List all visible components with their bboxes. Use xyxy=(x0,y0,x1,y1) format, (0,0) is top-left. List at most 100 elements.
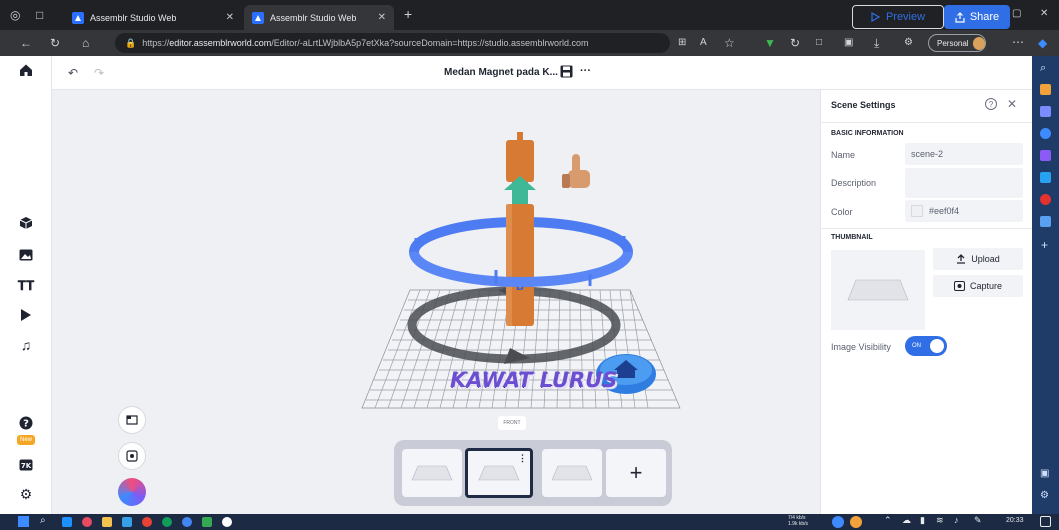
workspaces-icon[interactable]: ◎ xyxy=(10,8,20,22)
more-options-icon[interactable]: ··· xyxy=(580,65,591,77)
play-outline-icon xyxy=(871,12,880,22)
tab-title: Assemblr Studio Web xyxy=(90,12,177,23)
frame-icon xyxy=(126,415,138,425)
browser-tab-2[interactable]: Assemblr Studio Web ✕ xyxy=(244,5,394,30)
scene-thumbnail-2-selected[interactable]: ⋮ xyxy=(465,448,533,498)
upload-button[interactable]: Upload xyxy=(933,248,1023,270)
project-title[interactable]: Medan Magnet pada K... xyxy=(444,67,558,78)
share-icon xyxy=(955,11,965,23)
youtube-icon[interactable] xyxy=(1040,194,1051,205)
battery-icon[interactable]: ▮ xyxy=(920,515,925,526)
add-sidebar-app-icon[interactable]: + xyxy=(1041,238,1048,252)
tray-app-icon[interactable] xyxy=(850,516,862,528)
close-tab-icon[interactable]: ✕ xyxy=(226,12,234,23)
split-screen-icon[interactable]: □ xyxy=(816,36,822,50)
tray-overflow-icon[interactable]: ⌃ xyxy=(884,515,892,526)
shield-extension-icon[interactable]: ▼ xyxy=(764,36,776,50)
new-tab-button[interactable]: + xyxy=(404,7,412,21)
volume-icon[interactable]: ♪ xyxy=(954,515,959,525)
play-icon[interactable] xyxy=(16,305,36,325)
maximize-icon[interactable]: ▢ xyxy=(1012,7,1021,21)
capture-tool-button[interactable] xyxy=(118,442,146,470)
music-icon[interactable]: ♫ xyxy=(16,335,36,355)
shopping-icon[interactable] xyxy=(1040,84,1051,95)
network-speed: 7/4 kb/s 1.9k kb/s xyxy=(788,515,808,527)
browser-menu-icon[interactable]: ⋯ xyxy=(1012,35,1024,49)
frame-tool-button[interactable] xyxy=(118,406,146,434)
thumbs-up-model[interactable] xyxy=(562,154,590,188)
close-panel-icon[interactable]: ✕ xyxy=(1007,97,1017,111)
tools-icon[interactable] xyxy=(1040,106,1051,117)
taskbar-app-icon[interactable] xyxy=(142,517,152,527)
home-browser-icon[interactable]: ⌂ xyxy=(82,36,89,50)
scene-thumbnail-1[interactable] xyxy=(402,449,462,497)
copilot-icon[interactable]: ◆ xyxy=(1038,36,1047,50)
taskbar-app-icon[interactable] xyxy=(62,517,72,527)
name-field[interactable]: scene-2 xyxy=(905,143,1023,165)
grid-icon[interactable]: ⊞ xyxy=(678,36,686,50)
refresh-icon[interactable]: ↻ xyxy=(50,36,60,50)
add-scene-button[interactable]: + xyxy=(606,449,666,497)
color-picker-button[interactable] xyxy=(118,478,146,506)
taskbar-app-icon[interactable] xyxy=(82,517,92,527)
notifications-icon[interactable] xyxy=(1040,516,1051,527)
close-tab-icon[interactable]: ✕ xyxy=(378,12,386,23)
favorite-star-icon[interactable]: ☆ xyxy=(724,36,735,50)
save-icon[interactable] xyxy=(560,65,573,78)
preview-button[interactable]: Preview xyxy=(852,5,944,29)
color-field[interactable]: #eef0f4 xyxy=(905,200,1023,222)
wifi-icon[interactable]: ≋ xyxy=(936,515,944,526)
games-icon[interactable] xyxy=(1040,150,1051,161)
cube-icon[interactable] xyxy=(16,213,36,233)
sidebar-layout-icon[interactable]: ▣ xyxy=(1040,468,1049,479)
undo-icon[interactable]: ↶ xyxy=(68,66,78,80)
profile-button[interactable]: Personal xyxy=(928,34,986,52)
browser-tab-1[interactable]: Assemblr Studio Web ✕ xyxy=(64,5,242,30)
taskbar-app-icon[interactable] xyxy=(122,517,132,527)
taskbar-search-icon[interactable]: ⌕ xyxy=(40,515,46,526)
start-icon[interactable] xyxy=(18,516,29,527)
back-icon[interactable]: ← xyxy=(20,36,32,50)
cloud-icon[interactable]: ☁ xyxy=(902,515,911,526)
taskbar-app-icon[interactable] xyxy=(102,517,112,527)
telegram-icon[interactable] xyxy=(1040,172,1051,183)
scene-thumbnail-3[interactable] xyxy=(542,449,602,497)
ar-icon[interactable]: 7K xyxy=(16,455,36,475)
tab-actions-icon[interactable]: □ xyxy=(36,8,43,22)
download-icon[interactable]: ⤓ xyxy=(874,36,879,50)
description-field[interactable] xyxy=(905,168,1023,198)
extensions-icon[interactable]: ⚙ xyxy=(904,36,913,50)
text-icon[interactable]: 𝐓𝐓 xyxy=(16,276,36,296)
url-prefix: https:// xyxy=(142,38,170,48)
search-icon[interactable]: ⌕ xyxy=(1040,62,1046,75)
help-circle-icon[interactable]: ? xyxy=(985,98,997,110)
camera-frame-icon xyxy=(126,450,138,462)
settings-gear-icon[interactable]: ⚙ xyxy=(16,484,36,504)
help-icon[interactable]: ? xyxy=(16,413,36,433)
clock[interactable]: 20:33 xyxy=(1006,517,1024,524)
view-cube-front[interactable]: FRONT xyxy=(498,416,526,430)
office-icon[interactable] xyxy=(1040,216,1051,227)
read-aloud-icon[interactable]: A xyxy=(700,36,707,50)
collections-icon[interactable]: ▣ xyxy=(844,36,853,50)
url-bar[interactable]: 🔒 https://editor.assemblrworld.com/Edito… xyxy=(115,33,670,53)
kawat-lurus-3d-text[interactable]: KAWAT LURUS xyxy=(450,368,617,392)
taskbar-app-icon[interactable] xyxy=(182,517,192,527)
thumbnail-menu-icon[interactable]: ⋮ xyxy=(518,453,527,464)
taskbar-app-icon[interactable] xyxy=(162,517,172,527)
editor-header: ↶ ↷ Medan Magnet pada K... ··· xyxy=(52,56,1032,90)
refresh-extension-icon[interactable]: ↻ xyxy=(790,36,800,50)
close-window-icon[interactable]: ✕ xyxy=(1040,7,1048,21)
share-button[interactable]: Share xyxy=(944,5,1010,29)
taskbar-app-icon[interactable] xyxy=(222,517,232,527)
home-icon[interactable] xyxy=(16,60,36,80)
image-visibility-toggle[interactable]: ON xyxy=(905,336,947,356)
pen-icon[interactable]: ✎ xyxy=(974,515,982,526)
taskbar-app-icon[interactable] xyxy=(202,517,212,527)
redo-icon[interactable]: ↷ xyxy=(94,66,104,80)
tray-app-icon[interactable] xyxy=(832,516,844,528)
sidebar-settings-icon[interactable]: ⚙ xyxy=(1040,490,1049,501)
outlook-icon[interactable] xyxy=(1040,128,1051,139)
image-icon[interactable] xyxy=(16,245,36,265)
capture-button[interactable]: Capture xyxy=(933,275,1023,297)
